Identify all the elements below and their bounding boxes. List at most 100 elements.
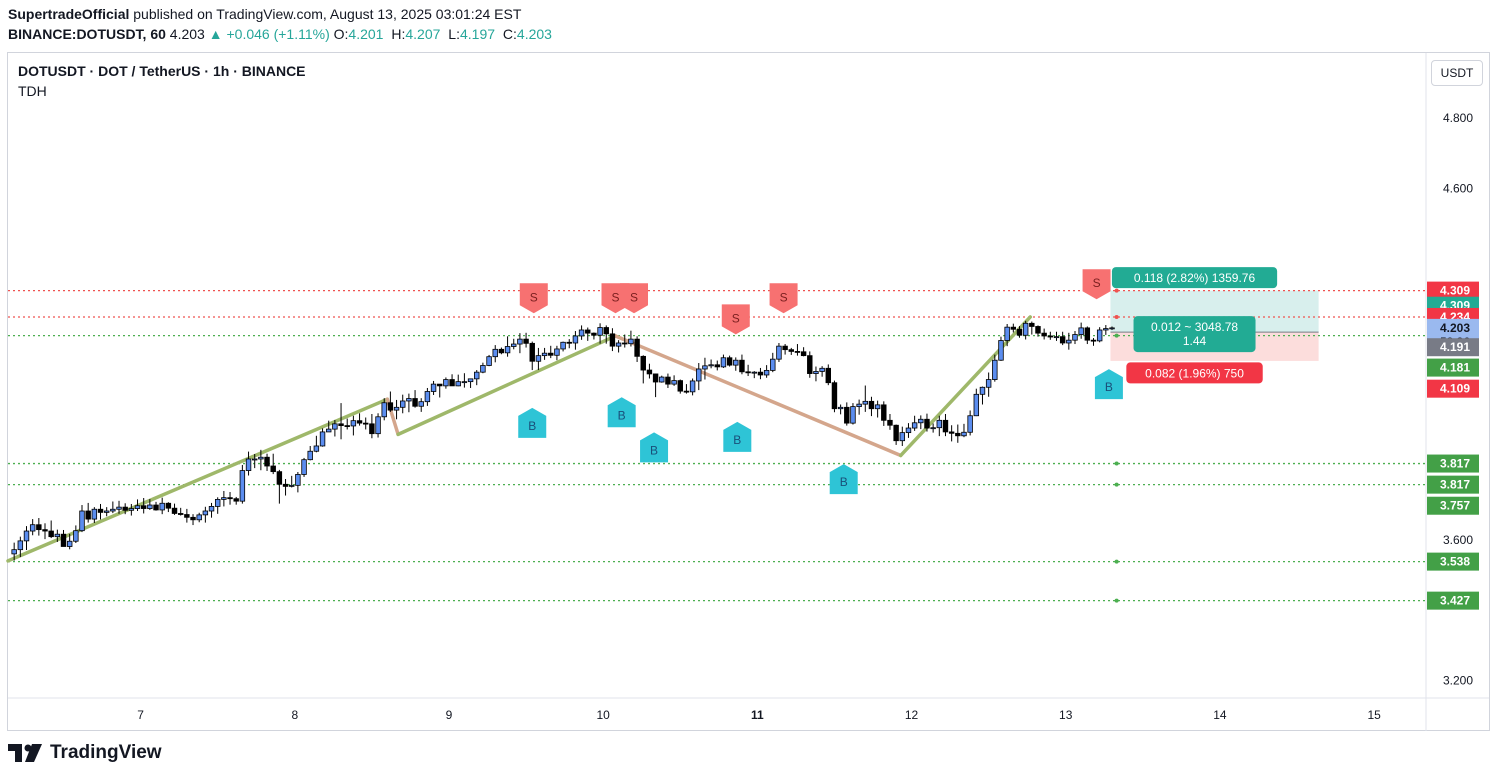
buy-marker-label: B <box>1105 380 1113 394</box>
candle-body <box>350 420 357 427</box>
candle <box>344 418 350 430</box>
candle-body <box>591 332 597 336</box>
price-axis-label-text: 3.817 <box>1440 457 1470 471</box>
candle-body <box>800 351 807 357</box>
candle-body <box>511 343 517 347</box>
candle-body <box>381 402 387 418</box>
candle <box>165 502 172 513</box>
candle-body <box>103 510 110 513</box>
candle <box>757 367 764 380</box>
candle-body <box>973 393 980 417</box>
candle-body <box>375 416 381 435</box>
candle-body <box>245 458 252 471</box>
candle <box>171 503 178 515</box>
candle-body <box>862 400 869 405</box>
buy-signal-marker: B <box>723 421 752 452</box>
candle-body <box>128 508 135 511</box>
position-center-label-text: 1.44 <box>1183 334 1207 348</box>
candle-body <box>171 507 178 514</box>
position-center-label-text: 0.012 ~ 3048.78 <box>1151 320 1238 334</box>
candle-body <box>776 345 782 360</box>
candle-body <box>998 340 1004 361</box>
candle-body <box>400 400 406 408</box>
candle <box>1047 331 1054 340</box>
candle <box>813 366 819 382</box>
candle-body <box>276 471 283 485</box>
candle-body <box>523 338 529 344</box>
candle <box>301 457 307 477</box>
candle-body <box>60 533 67 547</box>
candle <box>91 507 98 523</box>
candle <box>529 341 535 371</box>
candle <box>726 355 733 367</box>
candle <box>227 492 233 505</box>
candle <box>905 423 912 438</box>
candle-body <box>467 378 474 383</box>
position-stop-label: 0.082 (1.96%) 750 <box>1126 362 1263 384</box>
candle <box>634 336 640 362</box>
candle-body <box>733 359 739 366</box>
candle <box>110 501 116 514</box>
candle-body <box>794 351 801 353</box>
candle <box>745 364 751 377</box>
candle <box>955 424 961 443</box>
candle <box>689 378 696 396</box>
candle <box>800 347 807 357</box>
candle-body <box>480 365 486 373</box>
candle <box>23 526 30 551</box>
candle-body <box>1084 327 1091 341</box>
price-chart[interactable]: 7 8 9 10 11 12 13 14 154.8004.6003.6003.200S S SSS… <box>0 0 1498 776</box>
candle-body <box>807 355 813 374</box>
currency-button[interactable]: USDT <box>1431 60 1483 86</box>
candle-body <box>1035 326 1041 334</box>
candle <box>671 375 677 386</box>
candle <box>942 413 949 437</box>
tradingview-logo[interactable]: TradingView <box>8 742 162 764</box>
candle <box>350 415 357 436</box>
candle-body <box>924 418 930 429</box>
candle-body <box>788 349 794 352</box>
candle <box>1022 320 1029 340</box>
candle <box>733 357 739 371</box>
candle <box>652 373 659 398</box>
sell-signal-marker: S <box>721 304 750 335</box>
candle <box>788 347 794 355</box>
candle-body <box>720 357 727 368</box>
candle-body <box>1109 327 1115 330</box>
candle-body <box>29 524 36 532</box>
candle <box>424 387 431 406</box>
candle-body <box>116 506 122 510</box>
candle-body <box>319 431 326 447</box>
candle <box>739 354 745 375</box>
candle-body <box>683 390 690 393</box>
candle <box>874 400 881 418</box>
candle-body <box>23 530 30 542</box>
level-dot <box>1114 461 1119 466</box>
candle <box>714 360 720 371</box>
candle-body <box>634 338 640 357</box>
candle-body <box>831 382 838 410</box>
candle-body <box>615 342 622 347</box>
candle-body <box>782 345 788 351</box>
candle-body <box>165 502 172 509</box>
candle-body <box>492 348 498 358</box>
sell-marker-label: S <box>732 311 740 325</box>
candle <box>585 327 591 341</box>
level-dot <box>1114 314 1119 319</box>
candle-body <box>288 484 295 487</box>
candle <box>184 508 190 523</box>
candle <box>79 505 85 533</box>
candle-body <box>184 514 190 518</box>
candle <box>443 377 449 389</box>
candle <box>369 413 375 439</box>
price-axis-label: 4.191 <box>1427 338 1479 357</box>
candle-body <box>1041 332 1047 337</box>
price-axis-label-text: 3.817 <box>1440 478 1470 492</box>
buy-signal-marker: B <box>607 397 636 428</box>
candle-body <box>652 373 659 383</box>
candle <box>196 512 202 523</box>
candle <box>979 386 986 405</box>
candle-body <box>140 505 147 509</box>
candle-body <box>301 459 307 475</box>
indicator-name[interactable]: TDH <box>18 83 47 99</box>
